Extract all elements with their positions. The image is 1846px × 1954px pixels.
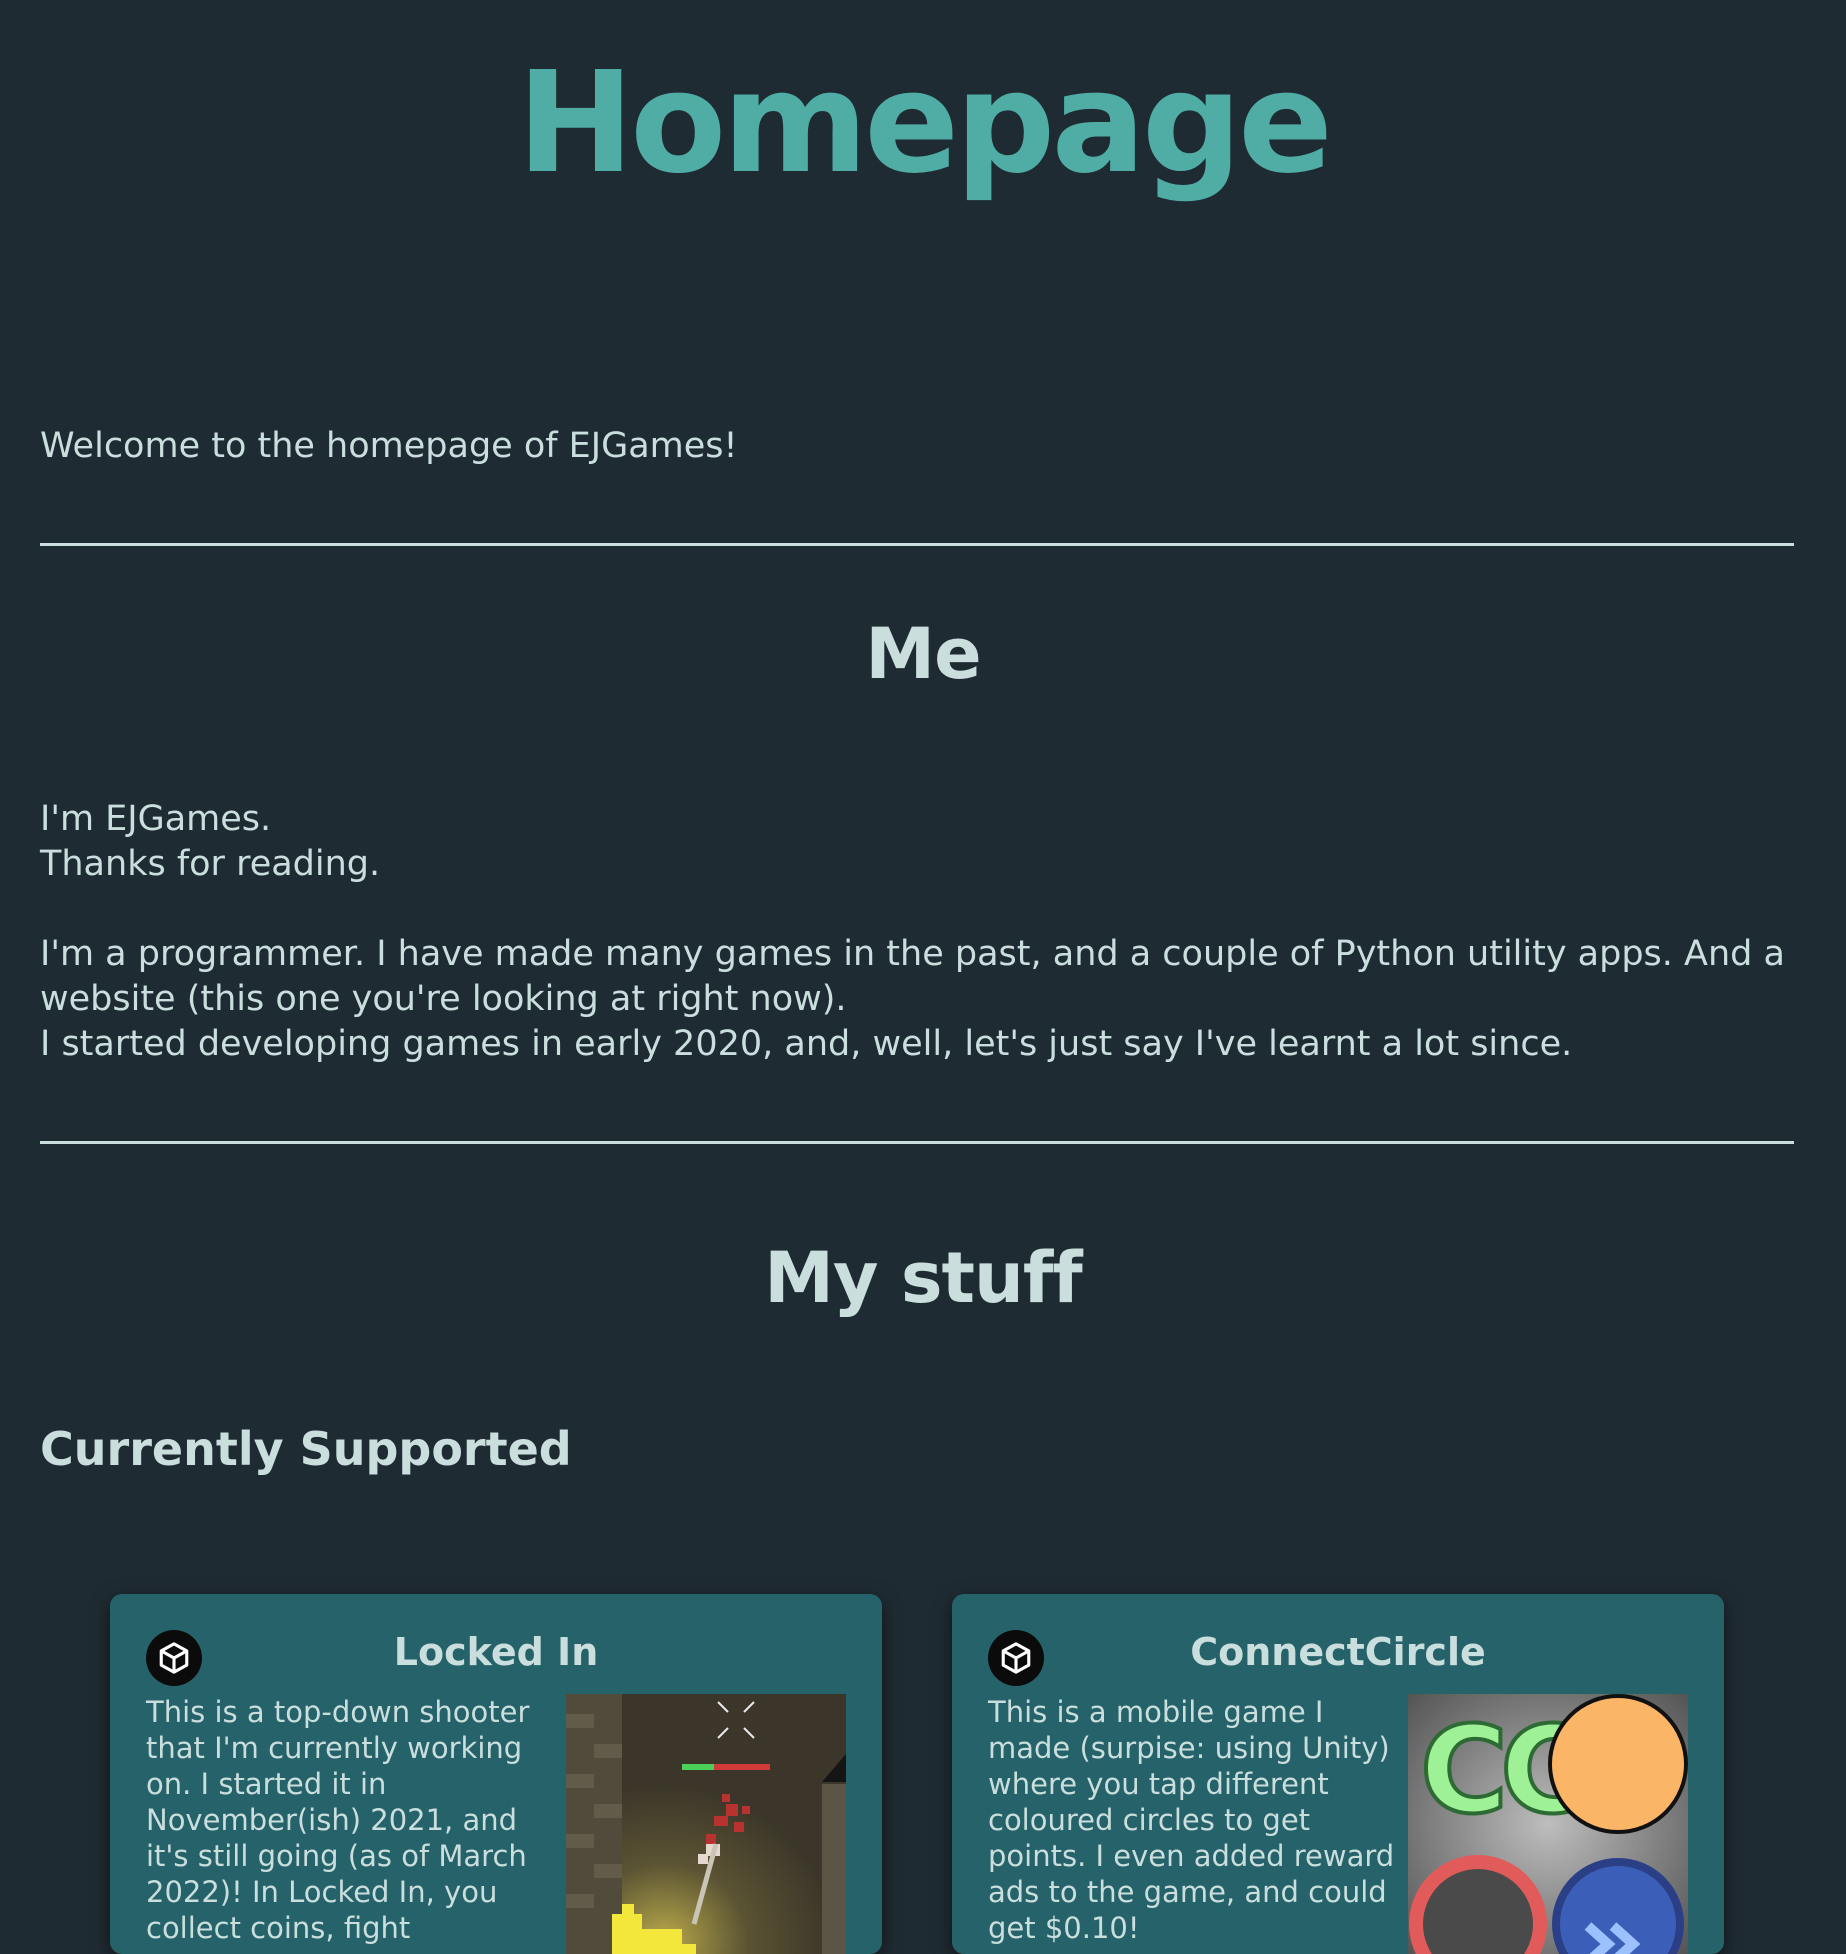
card-title[interactable]: ConnectCircle (952, 1630, 1724, 1674)
divider (40, 1141, 1794, 1144)
card-title[interactable]: Locked In (110, 1630, 882, 1674)
divider (40, 543, 1794, 546)
welcome-text: Welcome to the homepage of EJGames! (40, 426, 738, 466)
currently-supported-heading: Currently Supported (40, 1422, 572, 1476)
me-heading: Me (865, 613, 981, 695)
game-card-connectcircle[interactable]: ConnectCircle This is a mobile game I ma… (952, 1594, 1724, 1954)
locked-in-screenshot (566, 1694, 846, 1954)
card-description: This is a mobile game I made (surpise: u… (988, 1695, 1395, 1945)
card-description: This is a top-down shooter that I'm curr… (146, 1695, 530, 1945)
me-intro: I'm EJGames. Thanks for reading. I'm a p… (40, 797, 1806, 1067)
me-paragraph-2: I started developing games in early 2020… (40, 1024, 1573, 1064)
game-card-locked-in[interactable]: Locked In This is a top-down shooter tha… (110, 1594, 882, 1954)
my-stuff-heading: My stuff (764, 1237, 1083, 1319)
me-line-2: Thanks for reading. (40, 844, 381, 884)
me-paragraph-1: I'm a programmer. I have made many games… (40, 934, 1785, 1019)
page-title: Homepage (516, 42, 1333, 205)
me-line-1: I'm EJGames. (40, 799, 272, 839)
connectcircle-logo: CC (1408, 1694, 1688, 1954)
